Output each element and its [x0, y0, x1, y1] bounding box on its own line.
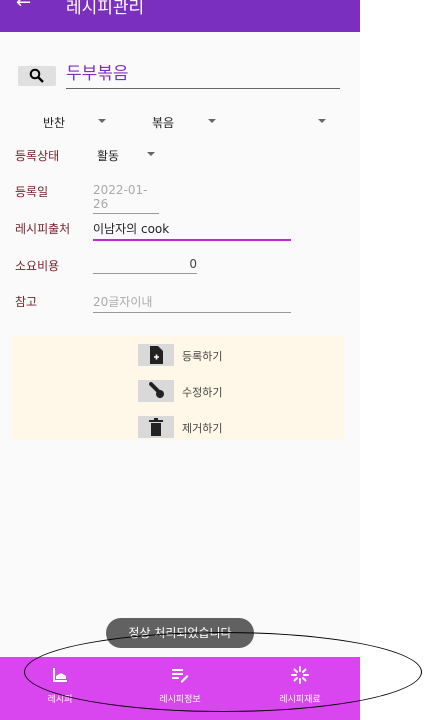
nav-recipe-label: 레시피	[47, 695, 73, 705]
nav-ingredients[interactable]: 레시피재료	[260, 657, 340, 720]
category-main-select[interactable]: 반찬	[43, 114, 65, 131]
search-icon	[29, 68, 44, 83]
bottom-nav: 레시피 레시피정보 레시피재료	[0, 657, 360, 720]
status-select[interactable]: 활동	[97, 147, 119, 164]
wrench-icon	[138, 380, 174, 402]
nav-recipe-info[interactable]: 레시피정보	[140, 657, 220, 720]
category-sub-select[interactable]: 볶음	[152, 114, 174, 131]
note-label: 참고	[15, 295, 38, 309]
edit-list-icon	[172, 669, 189, 683]
page-title: 레시피관리	[66, 0, 145, 18]
search-button[interactable]	[18, 66, 56, 86]
delete-label: 제거하기	[182, 422, 223, 435]
search-input[interactable]: 두부볶음	[66, 62, 340, 89]
nav-ingredients-label: 레시피재료	[279, 695, 321, 705]
file-add-icon	[138, 344, 174, 366]
phone-screen: ← 레시피관리 두부볶음 반찬 볶음 등록상태 활동 등록일 2022-01-2…	[0, 0, 360, 720]
edit-label: 수정하기	[182, 386, 223, 399]
nav-recipe[interactable]: 레시피	[20, 657, 100, 720]
ingredient-icon	[291, 666, 309, 684]
recipe-icon	[53, 668, 67, 682]
chevron-down-icon[interactable]	[318, 119, 326, 123]
chevron-down-icon[interactable]	[208, 119, 216, 123]
chevron-down-icon[interactable]	[98, 119, 106, 123]
back-arrow-icon[interactable]: ←	[16, 0, 31, 13]
source-label: 레시피출처	[15, 222, 71, 236]
chevron-down-icon[interactable]	[147, 152, 155, 156]
reg-date-field[interactable]: 2022-01-26	[93, 183, 159, 214]
app-bar: ← 레시피관리	[0, 0, 360, 32]
cost-label: 소요비용	[15, 259, 60, 273]
reg-date-label: 등록일	[15, 185, 49, 199]
action-panel: 등록하기 수정하기 제거하기	[12, 336, 344, 440]
register-label: 등록하기	[182, 350, 223, 363]
toast-message: 정상 처리되었습니다	[106, 618, 254, 648]
trash-icon	[138, 416, 174, 438]
source-field[interactable]: 이남자의 cook	[93, 220, 291, 241]
nav-recipe-info-label: 레시피정보	[159, 695, 201, 705]
cost-field[interactable]: 0	[93, 257, 197, 274]
note-field[interactable]: 20글자이내	[93, 293, 291, 313]
status-label: 등록상태	[15, 149, 60, 163]
